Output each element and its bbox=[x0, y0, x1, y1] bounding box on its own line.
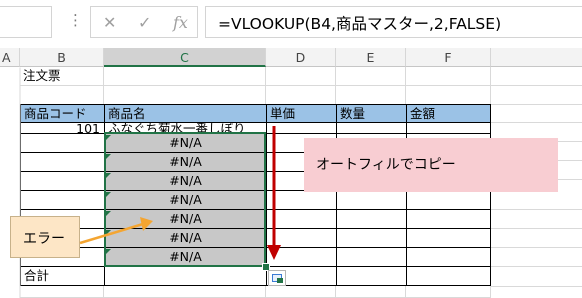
annotation-arrows bbox=[79, 126, 281, 260]
error-arrow bbox=[79, 217, 153, 245]
autofill-arrow bbox=[267, 126, 281, 260]
